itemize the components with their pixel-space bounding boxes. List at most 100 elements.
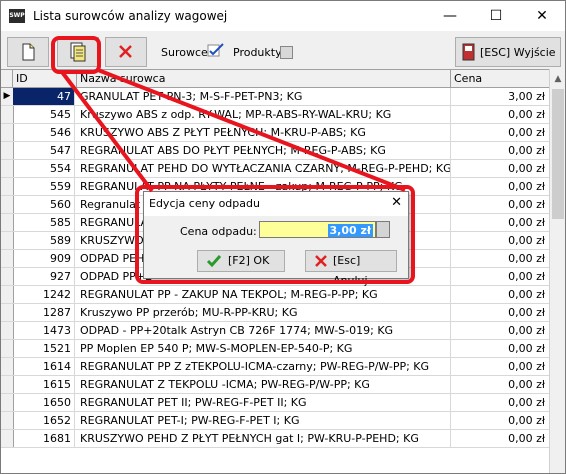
app-icon: SWP [9, 9, 25, 23]
price-input[interactable]: 3,00 zł [259, 221, 376, 238]
cell-price[interactable]: 0,00 zł [451, 250, 549, 267]
maximize-button[interactable]: ☐ [473, 1, 519, 31]
cell-id[interactable]: 1652 [13, 412, 75, 429]
price-field-label: Cena odpadu: [180, 225, 257, 238]
table-row[interactable]: 1615 REGRANULAT Z TEKPOLU -ICMA; PW-REG-P… [1, 376, 549, 394]
cell-name[interactable]: KRUSZYWO PEHD Z PŁYT PEŁNYCH gat I; PW-K… [77, 430, 451, 447]
cell-price[interactable]: 0,00 zł [451, 286, 549, 303]
cell-id[interactable]: 927 [13, 268, 75, 285]
cell-id[interactable]: 1615 [13, 376, 75, 393]
price-input-value: 3,00 zł [327, 224, 373, 237]
cell-price[interactable]: 0,00 zł [451, 376, 549, 393]
cell-name[interactable]: REGRANULAT PP Z zTEKPOLU-ICMA-czarny; PW… [77, 358, 451, 375]
cell-id[interactable]: 47 [13, 88, 75, 105]
cell-price[interactable]: 0,00 zł [451, 412, 549, 429]
price-input-side-button[interactable] [376, 221, 390, 238]
cell-price[interactable]: 3,00 zł [451, 88, 549, 105]
delete-x-icon [119, 45, 132, 58]
cell-name[interactable]: PP Moplen EP 540 P; MW-S-MOPLEN-EP-540-P… [77, 340, 451, 357]
header-indicator-cell [1, 70, 13, 87]
cell-id[interactable]: 560 [13, 196, 75, 213]
delete-button[interactable] [105, 37, 147, 67]
cell-price[interactable]: 0,00 zł [451, 160, 549, 177]
surowce-label: Surowce [161, 46, 208, 59]
cell-price[interactable]: 0,00 zł [451, 394, 549, 411]
cell-name[interactable]: REGRANULAT Z TEKPOLU -ICMA; PW-REG-P/W-P… [77, 376, 451, 393]
new-button[interactable] [7, 37, 49, 67]
cell-id[interactable]: 1521 [13, 340, 75, 357]
produkty-checkbox[interactable] [280, 46, 293, 59]
cell-id[interactable]: 909 [13, 250, 75, 267]
table-row[interactable]: 547 REGRANULAT ABS DO PŁYT PEŁNYCH; M-REG… [1, 142, 549, 160]
cell-name[interactable]: ODPAD - PP+20talk Astryn CB 726F 1774; M… [77, 322, 451, 339]
cell-price[interactable]: 0,00 zł [451, 304, 549, 321]
table-row[interactable]: ▶ 47 GRANULAT PET PN-3; M-S-F-PET-PN3; KG 3… [1, 88, 549, 106]
cell-name[interactable]: REGRANULAT PET-I; PW-REG-F-PET I; KG [77, 412, 451, 429]
cell-price[interactable]: 0,00 zł [451, 232, 549, 249]
scroll-up-arrow-icon[interactable]: ▲ [550, 71, 565, 87]
cell-id[interactable]: 589 [13, 232, 75, 249]
column-header-name[interactable]: Nazwa surowca [77, 70, 451, 87]
cancel-button[interactable]: [Esc] Anuluj [305, 250, 397, 287]
table-row[interactable]: 1650 REGRANULAT PET II; PW-REG-F-PET II; … [1, 394, 549, 412]
table-row[interactable]: 1652 REGRANULAT PET-I; PW-REG-F-PET I; KG… [1, 412, 549, 430]
cell-id[interactable]: 559 [13, 178, 75, 195]
cell-id[interactable]: 1242 [13, 286, 75, 303]
dialog-close-button[interactable]: ✕ [391, 195, 402, 210]
cell-id[interactable]: 1681 [13, 430, 75, 447]
edit-document-icon [70, 42, 86, 62]
close-button[interactable]: ✕ [519, 1, 565, 31]
scroll-thumb[interactable] [552, 89, 564, 219]
cell-name[interactable]: Kruszywo ABS z odp. RY-WAL; MP-R-ABS-RY-… [77, 106, 451, 123]
table-row[interactable]: 546 KRUSZYWO ABS Z PŁYT PEŁNYCH; M-KRU-P-… [1, 124, 549, 142]
table-row[interactable]: 554 REGRANULAT PEHD DO WYTŁACZANIA CZARNY… [1, 160, 549, 178]
table-row[interactable]: 1287 Kruszywo PP przerób; MU-R-PP-KRU; KG… [1, 304, 549, 322]
table-row[interactable]: 1614 REGRANULAT PP Z zTEKPOLU-ICMA-czarny… [1, 358, 549, 376]
cell-price[interactable]: 0,00 zł [451, 322, 549, 339]
cell-name[interactable]: REGRANULAT ABS DO PŁYT PEŁNYCH; M-REG-P-… [77, 142, 451, 159]
exit-button[interactable]: [ESC] Wyjście [455, 37, 561, 67]
dialog-title-bar: Edycja ceny odpadu ✕ [144, 192, 408, 216]
cell-id[interactable]: 554 [13, 160, 75, 177]
table-row[interactable]: 1473 ODPAD - PP+20talk Astryn CB 726F 177… [1, 322, 549, 340]
edit-price-dialog: Edycja ceny odpadu ✕ Cena odpadu: 3,00 z… [143, 191, 409, 287]
cell-id[interactable]: 1473 [13, 322, 75, 339]
green-check-icon [206, 255, 222, 268]
cell-id[interactable]: 1614 [13, 358, 75, 375]
produkty-label: Produkty [233, 46, 282, 59]
cell-price[interactable]: 0,00 zł [451, 214, 549, 231]
cell-id[interactable]: 547 [13, 142, 75, 159]
checkmark-icon [207, 43, 224, 57]
column-header-price[interactable]: Cena [451, 70, 549, 87]
cell-price[interactable]: 0,00 zł [451, 124, 549, 141]
cell-price[interactable]: 0,00 zł [451, 358, 549, 375]
surowce-checkbox[interactable] [207, 43, 224, 57]
table-row[interactable]: 1242 REGRANULAT PP - ZAKUP NA TEKPOL; M-R… [1, 286, 549, 304]
table-row[interactable]: 1681 KRUSZYWO PEHD Z PŁYT PEŁNYCH gat I; … [1, 430, 549, 448]
vertical-scrollbar[interactable]: ▲ [549, 69, 565, 473]
cell-price[interactable]: 0,00 zł [451, 142, 549, 159]
cell-name[interactable]: REGRANULAT PET II; PW-REG-F-PET II; KG [77, 394, 451, 411]
table-row[interactable]: 545 Kruszywo ABS z odp. RY-WAL; MP-R-ABS-… [1, 106, 549, 124]
cell-id[interactable]: 1650 [13, 394, 75, 411]
edit-button[interactable] [57, 37, 99, 67]
minimize-button[interactable]: — [427, 1, 473, 31]
cell-id[interactable]: 585 [13, 214, 75, 231]
table-row[interactable]: 1521 PP Moplen EP 540 P; MW-S-MOPLEN-EP-5… [1, 340, 549, 358]
column-header-id[interactable]: ID [13, 70, 77, 87]
ok-button[interactable]: [F2] OK [197, 250, 285, 272]
cell-price[interactable]: 0,00 zł [451, 196, 549, 213]
cell-name[interactable]: GRANULAT PET PN-3; M-S-F-PET-PN3; KG [77, 88, 451, 105]
cell-id[interactable]: 1287 [13, 304, 75, 321]
cell-price[interactable]: 0,00 zł [451, 340, 549, 357]
cell-id[interactable]: 545 [13, 106, 75, 123]
cell-name[interactable]: Kruszywo PP przerób; MU-R-PP-KRU; KG [77, 304, 451, 321]
cell-price[interactable]: 0,00 zł [451, 178, 549, 195]
cell-price[interactable]: 0,00 zł [451, 268, 549, 285]
cell-name[interactable]: KRUSZYWO ABS Z PŁYT PEŁNYCH; M-KRU-P-ABS… [77, 124, 451, 141]
cell-name[interactable]: REGRANULAT PEHD DO WYTŁACZANIA CZARNY; M… [77, 160, 451, 177]
cell-id[interactable]: 546 [13, 124, 75, 141]
cancel-label: [Esc] Anuluj [333, 254, 368, 287]
cell-price[interactable]: 0,00 zł [451, 430, 549, 447]
cell-price[interactable]: 0,00 zł [451, 106, 549, 123]
